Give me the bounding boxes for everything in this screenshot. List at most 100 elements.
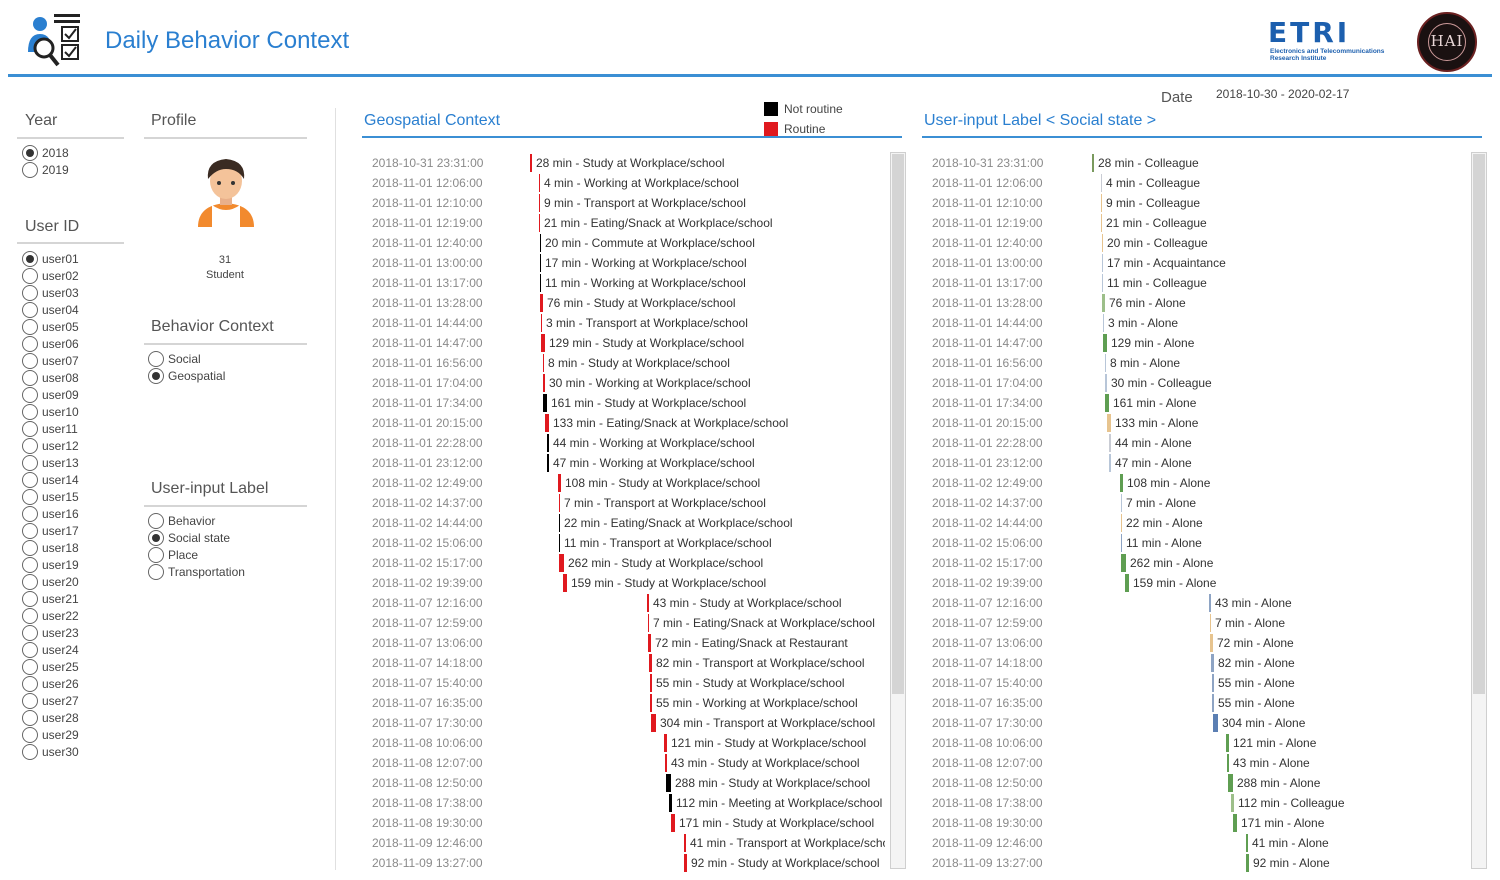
user-id-option-user16[interactable]: user16 bbox=[22, 505, 79, 522]
user-id-option-user13[interactable]: user13 bbox=[22, 454, 79, 471]
geospatial-event-row[interactable]: 7 min - Transport at Workplace/school bbox=[500, 493, 885, 513]
geospatial-event-row[interactable]: 3 min - Transport at Workplace/school bbox=[500, 313, 885, 333]
geospatial-event-row[interactable]: 133 min - Eating/Snack at Workplace/scho… bbox=[500, 413, 885, 433]
radio-button-icon[interactable] bbox=[22, 641, 38, 658]
social-state-event-row[interactable]: 28 min - Colleague bbox=[1060, 153, 1465, 173]
social-state-event-row[interactable]: 112 min - Colleague bbox=[1060, 793, 1465, 813]
geospatial-event-row[interactable]: 17 min - Working at Workplace/school bbox=[500, 253, 885, 273]
social-state-event-row[interactable]: 76 min - Alone bbox=[1060, 293, 1465, 313]
social-state-event-row[interactable]: 82 min - Alone bbox=[1060, 653, 1465, 673]
radio-button-icon[interactable] bbox=[22, 267, 38, 284]
user-id-option-user22[interactable]: user22 bbox=[22, 607, 79, 624]
user-id-option-user12[interactable]: user12 bbox=[22, 437, 79, 454]
behavior-context-option-geospatial[interactable]: Geospatial bbox=[148, 367, 225, 384]
geospatial-event-row[interactable]: 76 min - Study at Workplace/school bbox=[500, 293, 885, 313]
radio-button-icon[interactable] bbox=[22, 335, 38, 352]
user-id-option-user04[interactable]: user04 bbox=[22, 301, 79, 318]
social-state-event-row[interactable]: 17 min - Acquaintance bbox=[1060, 253, 1465, 273]
social-state-event-row[interactable]: 161 min - Alone bbox=[1060, 393, 1465, 413]
user-id-option-user23[interactable]: user23 bbox=[22, 624, 79, 641]
radio-button-icon[interactable] bbox=[22, 522, 38, 539]
social-state-event-row[interactable]: 92 min - Alone bbox=[1060, 853, 1465, 873]
geospatial-event-row[interactable]: 159 min - Study at Workplace/school bbox=[500, 573, 885, 593]
user-input-label-option-behavior[interactable]: Behavior bbox=[148, 512, 245, 529]
social-state-event-row[interactable]: 7 min - Alone bbox=[1060, 493, 1465, 513]
social-state-event-row[interactable]: 4 min - Colleague bbox=[1060, 173, 1465, 193]
radio-button-icon[interactable] bbox=[22, 250, 38, 267]
geospatial-event-row[interactable]: 44 min - Working at Workplace/school bbox=[500, 433, 885, 453]
geospatial-event-row[interactable]: 41 min - Transport at Workplace/school bbox=[500, 833, 885, 853]
radio-button-icon[interactable] bbox=[22, 658, 38, 675]
radio-button-icon[interactable] bbox=[148, 563, 164, 580]
social-state-event-row[interactable]: 20 min - Colleague bbox=[1060, 233, 1465, 253]
social-state-event-row[interactable]: 108 min - Alone bbox=[1060, 473, 1465, 493]
social-state-event-row[interactable]: 9 min - Colleague bbox=[1060, 193, 1465, 213]
social-state-event-row[interactable]: 43 min - Alone bbox=[1060, 753, 1465, 773]
radio-button-icon[interactable] bbox=[22, 692, 38, 709]
user-id-option-user01[interactable]: user01 bbox=[22, 250, 79, 267]
geospatial-event-row[interactable]: 43 min - Study at Workplace/school bbox=[500, 593, 885, 613]
user-id-option-user19[interactable]: user19 bbox=[22, 556, 79, 573]
user-id-option-user02[interactable]: user02 bbox=[22, 267, 79, 284]
user-id-option-user03[interactable]: user03 bbox=[22, 284, 79, 301]
user-id-option-user09[interactable]: user09 bbox=[22, 386, 79, 403]
user-id-option-user18[interactable]: user18 bbox=[22, 539, 79, 556]
social-state-event-row[interactable]: 3 min - Alone bbox=[1060, 313, 1465, 333]
year-option-2018[interactable]: 2018 bbox=[22, 144, 69, 161]
radio-button-icon[interactable] bbox=[148, 529, 164, 546]
user-id-option-user17[interactable]: user17 bbox=[22, 522, 79, 539]
geospatial-event-row[interactable]: 20 min - Commute at Workplace/school bbox=[500, 233, 885, 253]
geospatial-event-row[interactable]: 9 min - Transport at Workplace/school bbox=[500, 193, 885, 213]
radio-button-icon[interactable] bbox=[22, 403, 38, 420]
user-id-option-user25[interactable]: user25 bbox=[22, 658, 79, 675]
user-input-label-option-place[interactable]: Place bbox=[148, 546, 245, 563]
user-id-option-user24[interactable]: user24 bbox=[22, 641, 79, 658]
geospatial-event-row[interactable]: 28 min - Study at Workplace/school bbox=[500, 153, 885, 173]
social-state-event-row[interactable]: 43 min - Alone bbox=[1060, 593, 1465, 613]
social-state-scrollbar[interactable] bbox=[1471, 152, 1487, 869]
radio-button-icon[interactable] bbox=[22, 573, 38, 590]
radio-button-icon[interactable] bbox=[22, 675, 38, 692]
geospatial-event-row[interactable]: 55 min - Working at Workplace/school bbox=[500, 693, 885, 713]
radio-button-icon[interactable] bbox=[22, 161, 38, 178]
geospatial-event-row[interactable]: 304 min - Transport at Workplace/school bbox=[500, 713, 885, 733]
social-state-event-row[interactable]: 171 min - Alone bbox=[1060, 813, 1465, 833]
user-id-option-user07[interactable]: user07 bbox=[22, 352, 79, 369]
social-state-event-row[interactable]: 159 min - Alone bbox=[1060, 573, 1465, 593]
radio-button-icon[interactable] bbox=[22, 386, 38, 403]
social-state-event-row[interactable]: 8 min - Alone bbox=[1060, 353, 1465, 373]
radio-button-icon[interactable] bbox=[22, 318, 38, 335]
geospatial-event-row[interactable]: 112 min - Meeting at Workplace/school bbox=[500, 793, 885, 813]
geospatial-scrollbar[interactable] bbox=[890, 152, 906, 869]
geospatial-event-row[interactable]: 82 min - Transport at Workplace/school bbox=[500, 653, 885, 673]
user-id-option-user15[interactable]: user15 bbox=[22, 488, 79, 505]
social-state-event-row[interactable]: 55 min - Alone bbox=[1060, 693, 1465, 713]
radio-button-icon[interactable] bbox=[148, 512, 164, 529]
geospatial-event-row[interactable]: 30 min - Working at Workplace/school bbox=[500, 373, 885, 393]
social-state-event-row[interactable]: 55 min - Alone bbox=[1060, 673, 1465, 693]
radio-button-icon[interactable] bbox=[22, 743, 38, 760]
geospatial-event-row[interactable]: 21 min - Eating/Snack at Workplace/schoo… bbox=[500, 213, 885, 233]
social-state-event-row[interactable]: 11 min - Colleague bbox=[1060, 273, 1465, 293]
user-id-option-user14[interactable]: user14 bbox=[22, 471, 79, 488]
radio-button-icon[interactable] bbox=[22, 284, 38, 301]
geospatial-event-row[interactable]: 7 min - Eating/Snack at Workplace/school bbox=[500, 613, 885, 633]
user-id-option-user28[interactable]: user28 bbox=[22, 709, 79, 726]
geospatial-event-row[interactable]: 11 min - Transport at Workplace/school bbox=[500, 533, 885, 553]
social-state-event-row[interactable]: 30 min - Colleague bbox=[1060, 373, 1465, 393]
user-id-option-user26[interactable]: user26 bbox=[22, 675, 79, 692]
geospatial-event-row[interactable]: 171 min - Study at Workplace/school bbox=[500, 813, 885, 833]
radio-button-icon[interactable] bbox=[22, 301, 38, 318]
radio-button-icon[interactable] bbox=[22, 709, 38, 726]
geospatial-event-row[interactable]: 47 min - Working at Workplace/school bbox=[500, 453, 885, 473]
social-state-event-row[interactable]: 44 min - Alone bbox=[1060, 433, 1465, 453]
behavior-context-option-social[interactable]: Social bbox=[148, 350, 225, 367]
user-id-option-user11[interactable]: user11 bbox=[22, 420, 79, 437]
user-id-option-user20[interactable]: user20 bbox=[22, 573, 79, 590]
radio-button-icon[interactable] bbox=[22, 420, 38, 437]
year-option-2019[interactable]: 2019 bbox=[22, 161, 69, 178]
radio-button-icon[interactable] bbox=[22, 607, 38, 624]
geospatial-event-row[interactable]: 288 min - Study at Workplace/school bbox=[500, 773, 885, 793]
social-state-event-row[interactable]: 129 min - Alone bbox=[1060, 333, 1465, 353]
geospatial-event-row[interactable]: 43 min - Study at Workplace/school bbox=[500, 753, 885, 773]
